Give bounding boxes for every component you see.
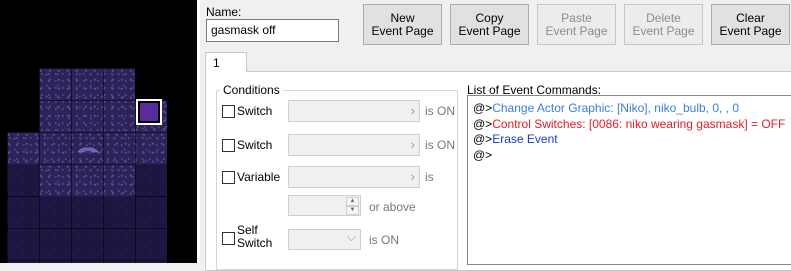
chevron-right-icon: › [410, 169, 415, 184]
command-row[interactable]: @>Control Switches: [0086: niko wearing … [473, 117, 785, 131]
map-tile-region [135, 164, 167, 263]
variable-value-stepper[interactable]: ▲ ▼ [288, 195, 361, 216]
variable-select[interactable]: › [288, 166, 420, 188]
map-tile-region [39, 68, 135, 132]
command-prefix: @> [473, 117, 493, 131]
map-tile-region [39, 196, 135, 263]
chevron-down-icon: ⌵ [346, 230, 356, 244]
switch1-suffix: is ON [425, 104, 455, 118]
self-switch-checkbox[interactable] [222, 232, 235, 245]
tab-page-1[interactable]: 1 [205, 52, 247, 72]
delete-event-page-button[interactable]: Delete Event Page [624, 4, 703, 45]
map-preview[interactable] [0, 0, 197, 263]
map-edge-line [7, 164, 39, 165]
selected-event-marker[interactable] [136, 99, 162, 125]
switch2-label: Switch [237, 138, 273, 152]
chevron-right-icon: › [410, 103, 415, 118]
switch2-suffix: is ON [425, 138, 455, 152]
name-label: Name: [206, 5, 242, 19]
variable-label: Variable [237, 170, 281, 184]
gasmask-sprite-icon [77, 147, 99, 153]
conditions-title: Conditions [220, 83, 283, 97]
copy-event-page-button[interactable]: Copy Event Page [450, 4, 529, 45]
command-prefix: @> [473, 101, 493, 115]
command-row[interactable]: @> [473, 148, 492, 162]
variable-checkbox[interactable] [222, 171, 235, 184]
event-name-input[interactable]: gasmask off [206, 19, 339, 42]
switch1-label: Switch [237, 104, 273, 118]
paste-event-page-button[interactable]: Paste Event Page [537, 4, 616, 45]
self-switch-label: Self Switch [237, 223, 273, 250]
switch1-checkbox[interactable] [222, 105, 235, 118]
divider [197, 0, 200, 263]
self-switch-select[interactable]: ⌵ [288, 229, 361, 250]
new-event-page-button[interactable]: New Event Page [363, 4, 442, 45]
switch2-checkbox[interactable] [222, 139, 235, 152]
or-above-label: or above [369, 200, 416, 214]
variable-suffix: is [425, 170, 434, 184]
self-switch-suffix: is ON [369, 233, 399, 247]
map-tile-region [39, 164, 135, 196]
map-tile-region [7, 164, 39, 263]
map-edge-line [135, 164, 167, 165]
command-prefix: @> [473, 132, 493, 146]
spin-down-icon[interactable]: ▼ [346, 206, 359, 215]
command-text: Control Switches: [0086: niko wearing ga… [492, 117, 786, 131]
command-text: Erase Event [492, 132, 558, 146]
chevron-right-icon: › [410, 137, 415, 152]
command-prefix: @> [473, 148, 493, 162]
switch2-select[interactable]: › [288, 134, 420, 156]
command-row[interactable]: @>Change Actor Graphic: [Niko], niko_bul… [473, 101, 739, 115]
command-row[interactable]: @>Erase Event [473, 132, 558, 146]
switch1-select[interactable]: › [288, 100, 420, 122]
command-text: Change Actor Graphic: [Niko], niko_bulb,… [492, 101, 740, 115]
map-edge-line [39, 196, 135, 197]
clear-event-page-button[interactable]: Clear Event Page [711, 4, 790, 45]
spin-up-icon[interactable]: ▲ [346, 197, 359, 206]
